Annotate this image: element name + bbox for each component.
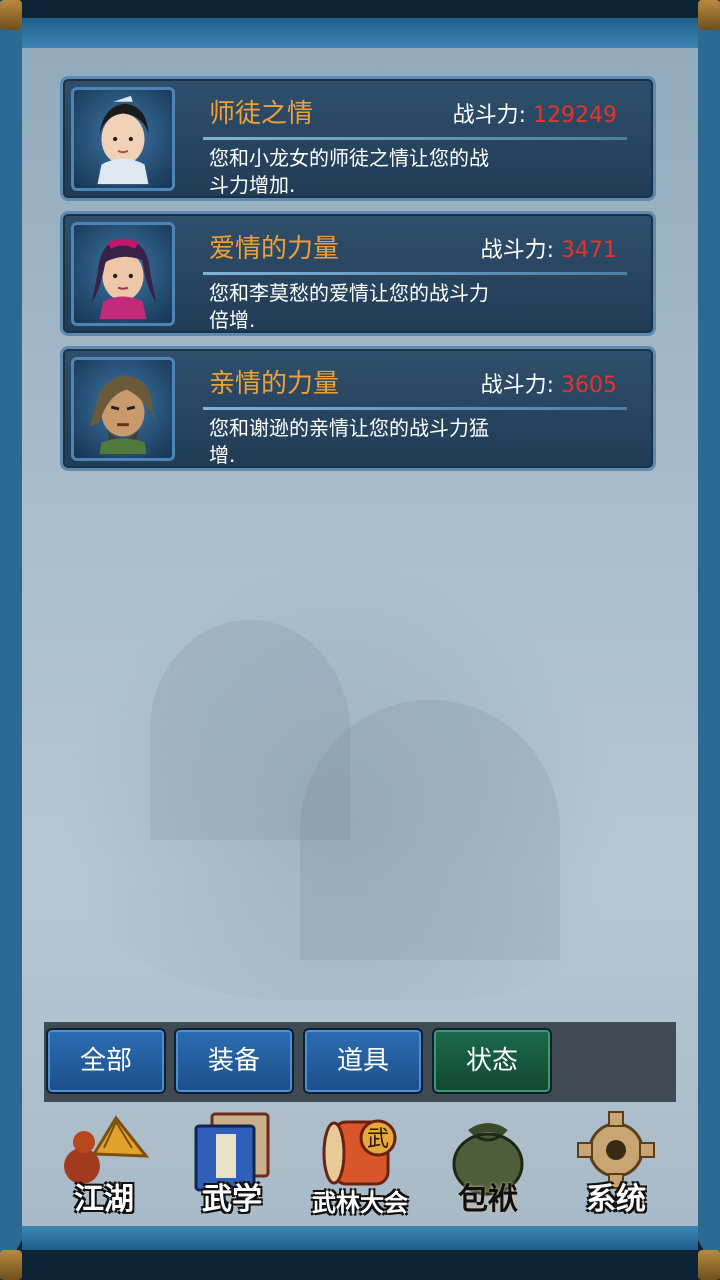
nav-label: 系统	[586, 1182, 646, 1217]
character-portrait-icon	[97, 95, 149, 185]
nav-inventory[interactable]: 包袱	[428, 1104, 548, 1224]
bond-title: 亲情的力量	[209, 369, 340, 399]
frame-corner-ornament	[698, 1250, 720, 1280]
nav-label: 武学	[202, 1182, 262, 1217]
nav-tournament[interactable]: 武 武林大会	[300, 1104, 420, 1224]
bond-title: 爱情的力量	[209, 234, 340, 264]
nav-label: 江湖	[74, 1182, 134, 1217]
frame-corner-ornament	[0, 1250, 22, 1280]
bond-card[interactable]: 爱情的力量 战斗力: 3471 您和李莫愁的爱情让您的战斗力倍增.	[60, 211, 656, 336]
nav-martial-arts[interactable]: 武学	[172, 1104, 292, 1224]
combat-power: 战斗力: 3471	[481, 232, 617, 264]
combat-power-label: 战斗力:	[452, 103, 527, 128]
combat-power-label: 战斗力:	[480, 373, 554, 398]
divider	[203, 272, 627, 275]
character-portrait-icon	[89, 375, 159, 455]
combat-power-value: 3605	[561, 373, 617, 398]
tab-items[interactable]: 道具	[303, 1028, 423, 1094]
combat-power: 战斗力: 129249	[453, 97, 617, 129]
combat-power-label: 战斗力:	[480, 238, 554, 263]
combat-power-value: 3471	[561, 238, 617, 263]
divider	[203, 137, 627, 140]
nav-label: 包袱	[458, 1182, 518, 1217]
bond-description: 您和李莫愁的爱情让您的战斗力倍增.	[209, 281, 489, 332]
portrait-xiexun	[71, 357, 175, 461]
portrait-xiaolongnv	[71, 87, 175, 191]
filter-tab-bar: 全部 装备 道具 状态	[44, 1022, 676, 1102]
portrait-limochou	[71, 222, 175, 326]
tab-equipment[interactable]: 装备	[174, 1028, 294, 1094]
bond-description: 您和小龙女的师徒之情让您的战斗力增加.	[209, 146, 489, 197]
frame-corner-ornament	[0, 0, 22, 30]
nav-system[interactable]: 系统	[556, 1104, 676, 1224]
game-screen: 师徒之情 战斗力: 129249 您和小龙女的师徒之情让您的战斗力增加. 爱情的…	[0, 0, 720, 1280]
nav-jianghu[interactable]: 江湖	[44, 1104, 164, 1224]
combat-power-value: 129249	[533, 103, 617, 128]
nav-label: 武林大会	[312, 1188, 408, 1217]
tab-all[interactable]: 全部	[46, 1028, 166, 1094]
bond-description: 您和谢逊的亲情让您的战斗力猛增.	[209, 416, 489, 467]
landscape-painting	[300, 700, 560, 960]
combat-power: 战斗力: 3605	[481, 367, 617, 399]
bottom-navigation: 江湖 武学 武 武林大会 包袱 系统	[44, 1104, 676, 1224]
frame-corner-ornament	[698, 0, 720, 30]
bond-title: 师徒之情	[209, 99, 314, 129]
bond-card[interactable]: 亲情的力量 战斗力: 3605 您和谢逊的亲情让您的战斗力猛增.	[60, 346, 656, 471]
bond-card[interactable]: 师徒之情 战斗力: 129249 您和小龙女的师徒之情让您的战斗力增加.	[60, 76, 656, 201]
tab-status[interactable]: 状态	[432, 1028, 552, 1094]
character-portrait-icon	[91, 238, 157, 320]
drum-badge-text: 武	[367, 1127, 389, 1152]
divider	[203, 407, 627, 410]
